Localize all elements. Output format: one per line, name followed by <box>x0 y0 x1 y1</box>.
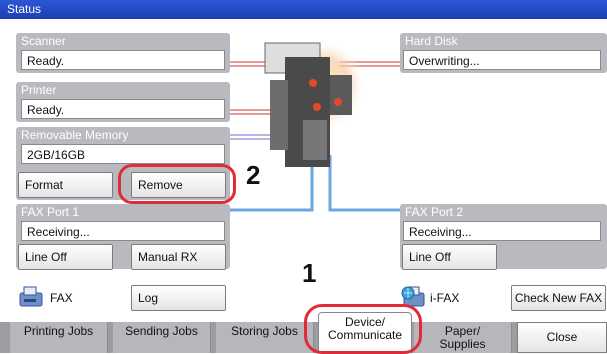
tab-storing-jobs[interactable]: Storing Jobs <box>216 322 314 353</box>
log-button[interactable]: Log <box>131 285 226 311</box>
printer-title: Printer <box>21 83 57 97</box>
callout-number-2: 2 <box>246 160 261 190</box>
close-button[interactable]: Close <box>517 322 607 353</box>
hard-disk-status: Overwriting... <box>403 50 601 70</box>
callout-ring-device-tab <box>304 304 422 354</box>
fax-port-1-status: Receiving... <box>21 221 225 241</box>
tab-paper-supplies[interactable]: Paper/ Supplies <box>414 322 512 353</box>
fax-port-2-status: Receiving... <box>403 221 601 241</box>
fax-icon <box>19 286 43 307</box>
removable-memory-title: Removable Memory <box>21 128 129 142</box>
fax-port-1-title: FAX Port 1 <box>21 205 80 219</box>
callout-number-1: 1 <box>302 258 317 288</box>
tab-printing-jobs[interactable]: Printing Jobs <box>10 322 108 353</box>
manual-rx-button[interactable]: Manual RX <box>131 244 226 270</box>
fax-port-2-title: FAX Port 2 <box>405 205 464 219</box>
callout-ring-remove <box>118 164 236 204</box>
printer-panel: Printer Ready. <box>16 82 230 122</box>
fax-port-2-panel: FAX Port 2 Receiving... Line Off <box>400 204 607 270</box>
fax-port-2-line-off-button[interactable]: Line Off <box>402 244 497 270</box>
scanner-status: Ready. <box>21 50 225 70</box>
format-button[interactable]: Format <box>18 172 113 198</box>
scanner-title: Scanner <box>21 34 66 48</box>
check-new-fax-button[interactable]: Check New FAX <box>511 285 606 311</box>
scanner-panel: Scanner Ready. <box>16 33 230 73</box>
printer-status: Ready. <box>21 99 225 119</box>
printer-device-icon <box>264 40 365 167</box>
removable-memory-capacity: 2GB/16GB <box>21 144 225 164</box>
hard-disk-title: Hard Disk <box>405 34 458 48</box>
fax-port-1-panel: FAX Port 1 Receiving... Line Off Manual … <box>16 204 230 270</box>
fax-label: FAX <box>50 291 73 305</box>
ifax-label: i-FAX <box>430 291 460 305</box>
hard-disk-panel: Hard Disk Overwriting... <box>400 33 607 73</box>
fax-port-1-line-off-button[interactable]: Line Off <box>18 244 113 270</box>
tab-sending-jobs[interactable]: Sending Jobs <box>113 322 211 353</box>
